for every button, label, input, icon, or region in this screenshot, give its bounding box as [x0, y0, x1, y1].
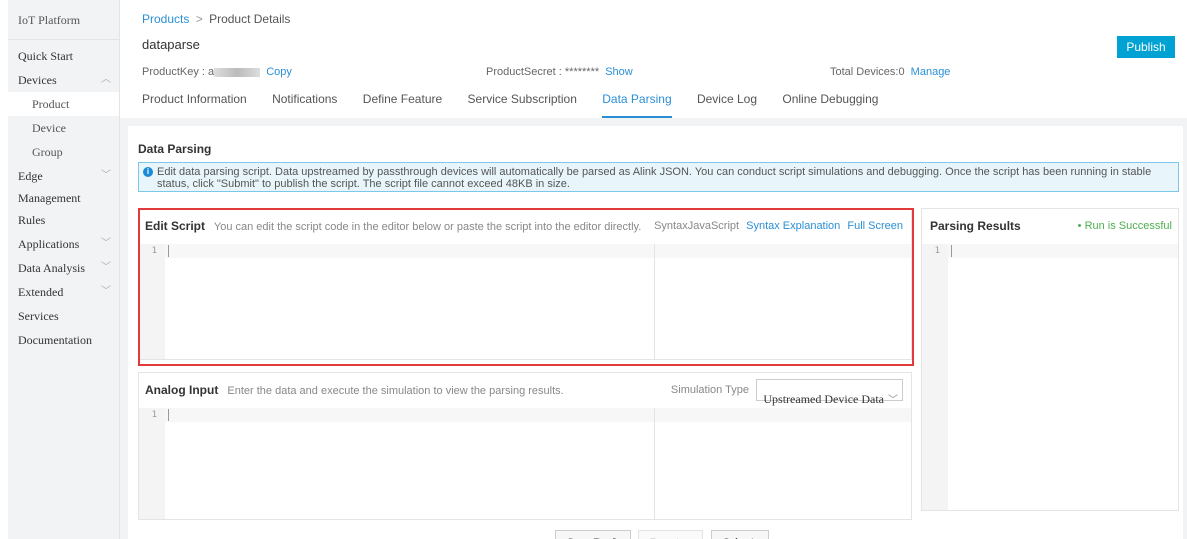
- sidebar-item-label: Extended: [18, 285, 64, 299]
- parsing-results-title: Parsing Results: [930, 219, 1021, 233]
- sidebar-item-data-analysis[interactable]: Data Analysis ﹀: [8, 256, 119, 280]
- sidebar-item-devices[interactable]: Devices ︿: [8, 68, 119, 92]
- chevron-down-icon: ﹀: [101, 170, 111, 181]
- analog-input-code-area[interactable]: 1: [139, 408, 911, 519]
- page-header: Products > Product Details dataparse Pub…: [120, 0, 1187, 118]
- product-key-value-masked: [214, 67, 261, 77]
- sidebar: IoT Platform Quick Start Devices ︿ Produc…: [8, 0, 120, 539]
- text-cursor: [168, 409, 169, 421]
- sidebar-item-documentation[interactable]: Documentation: [8, 328, 119, 352]
- publish-button[interactable]: Publish: [1117, 36, 1175, 58]
- sidebar-item-label: Management: [18, 191, 81, 205]
- product-secret-label: ProductSecret :: [486, 66, 562, 78]
- copy-key-link[interactable]: Copy: [266, 66, 292, 78]
- total-devices-label: Total Devices:: [830, 66, 899, 78]
- info-banner: i Edit data parsing script. Data upstrea…: [138, 162, 1179, 192]
- sidebar-item-rules[interactable]: Rules: [8, 208, 119, 232]
- breadcrumb-products-link[interactable]: Products: [142, 12, 189, 26]
- parsing-results-panel: Parsing Results • Run is Successful 1: [921, 208, 1179, 511]
- info-icon: i: [143, 167, 153, 177]
- running-button[interactable]: Running: [638, 530, 704, 539]
- line-gutter: 1: [139, 408, 165, 519]
- sidebar-item-services[interactable]: Services: [8, 304, 119, 328]
- app-title: IoT Platform: [8, 0, 119, 40]
- sidebar-item-label: Services: [18, 309, 59, 323]
- action-buttons: Save Draft Running Submit: [555, 530, 773, 539]
- active-line: [948, 244, 1178, 258]
- line-number: 1: [934, 246, 940, 256]
- sidebar-item-extended[interactable]: Extended ﹀: [8, 280, 119, 304]
- chevron-down-icon: ﹀: [101, 286, 111, 297]
- save-draft-button[interactable]: Save Draft: [555, 530, 631, 539]
- page-title: dataparse: [142, 37, 200, 52]
- sidebar-item-group[interactable]: Group: [8, 140, 119, 164]
- sidebar-item-label: Edge: [18, 169, 43, 183]
- sidebar-item-label: Rules: [18, 213, 46, 227]
- line-number: 1: [151, 410, 157, 420]
- breadcrumb: Products > Product Details: [142, 12, 290, 26]
- line-gutter: 1: [922, 244, 948, 510]
- sidebar-item-label: Applications: [18, 237, 80, 251]
- chevron-down-icon: ﹀: [101, 238, 111, 249]
- sidebar-item-management[interactable]: Management: [8, 188, 119, 208]
- sidebar-item-product[interactable]: Product: [8, 92, 119, 116]
- breadcrumb-separator: >: [195, 12, 203, 26]
- sidebar-item-device[interactable]: Device: [8, 116, 119, 140]
- analog-input-title: Analog Input: [145, 383, 219, 397]
- tab-product-information[interactable]: Product Information: [142, 88, 247, 118]
- sidebar-item-label: Devices: [18, 73, 57, 87]
- sidebar-item-label: Quick Start: [18, 49, 73, 63]
- breadcrumb-current: Product Details: [209, 12, 291, 26]
- tab-online-debugging[interactable]: Online Debugging: [782, 88, 878, 118]
- tab-define-feature[interactable]: Define Feature: [363, 88, 442, 118]
- section-title: Data Parsing: [138, 142, 212, 156]
- tab-data-parsing[interactable]: Data Parsing: [602, 88, 672, 118]
- product-secret-value: ********: [564, 66, 600, 78]
- tab-device-log[interactable]: Device Log: [697, 88, 757, 118]
- highlight-frame: [138, 208, 914, 366]
- manage-devices-link[interactable]: Manage: [911, 66, 951, 78]
- text-cursor: [951, 245, 952, 257]
- product-key-label: ProductKey :: [142, 66, 205, 78]
- run-status: • Run is Successful: [1077, 220, 1172, 232]
- sidebar-item-label: Device: [32, 121, 66, 135]
- sidebar-item-label: Group: [32, 145, 63, 159]
- simulation-type-value: Upstreamed Device Data: [763, 392, 884, 406]
- sidebar-item-applications[interactable]: Applications ﹀: [8, 232, 119, 256]
- product-tabs: Product Information Notifications Define…: [142, 88, 900, 118]
- sidebar-item-label: Data Analysis: [18, 261, 85, 275]
- analog-input-hint: Enter the data and execute the simulatio…: [227, 385, 564, 397]
- show-secret-link[interactable]: Show: [605, 66, 633, 78]
- simulation-type-label: Simulation Type: [670, 384, 749, 396]
- sidebar-item-edge[interactable]: Edge ﹀: [8, 164, 119, 188]
- simulation-type-select[interactable]: Upstreamed Device Data ﹀: [756, 379, 903, 406]
- tab-notifications[interactable]: Notifications: [272, 88, 337, 118]
- editor-divider: [654, 408, 655, 519]
- data-parsing-panel: Data Parsing i Edit data parsing script.…: [128, 126, 1183, 539]
- submit-button[interactable]: Submit: [710, 530, 770, 539]
- analog-input-editor: Analog Input Enter the data and execute …: [138, 372, 912, 520]
- sidebar-item-quick-start[interactable]: Quick Start: [8, 44, 119, 68]
- product-key: ProductKey : a Copy: [142, 66, 292, 78]
- total-devices: Total Devices:0 Manage: [830, 66, 950, 78]
- parsing-results-output[interactable]: 1: [922, 244, 1178, 510]
- active-line: [165, 408, 911, 422]
- chevron-down-icon: ﹀: [101, 262, 111, 273]
- sidebar-item-label: Documentation: [18, 333, 92, 347]
- chevron-up-icon: ︿: [101, 74, 111, 85]
- analog-input-header: Analog Input Enter the data and execute …: [139, 373, 911, 408]
- content-area: Data Parsing i Edit data parsing script.…: [120, 118, 1187, 539]
- total-devices-value: 0: [898, 66, 905, 78]
- tab-service-subscription[interactable]: Service Subscription: [468, 88, 577, 118]
- info-text: Edit data parsing script. Data upstreame…: [157, 166, 1152, 190]
- product-secret: ProductSecret : ******** Show: [486, 66, 633, 78]
- parsing-results-header: Parsing Results • Run is Successful: [922, 209, 1178, 244]
- sidebar-item-label: Product: [32, 97, 70, 111]
